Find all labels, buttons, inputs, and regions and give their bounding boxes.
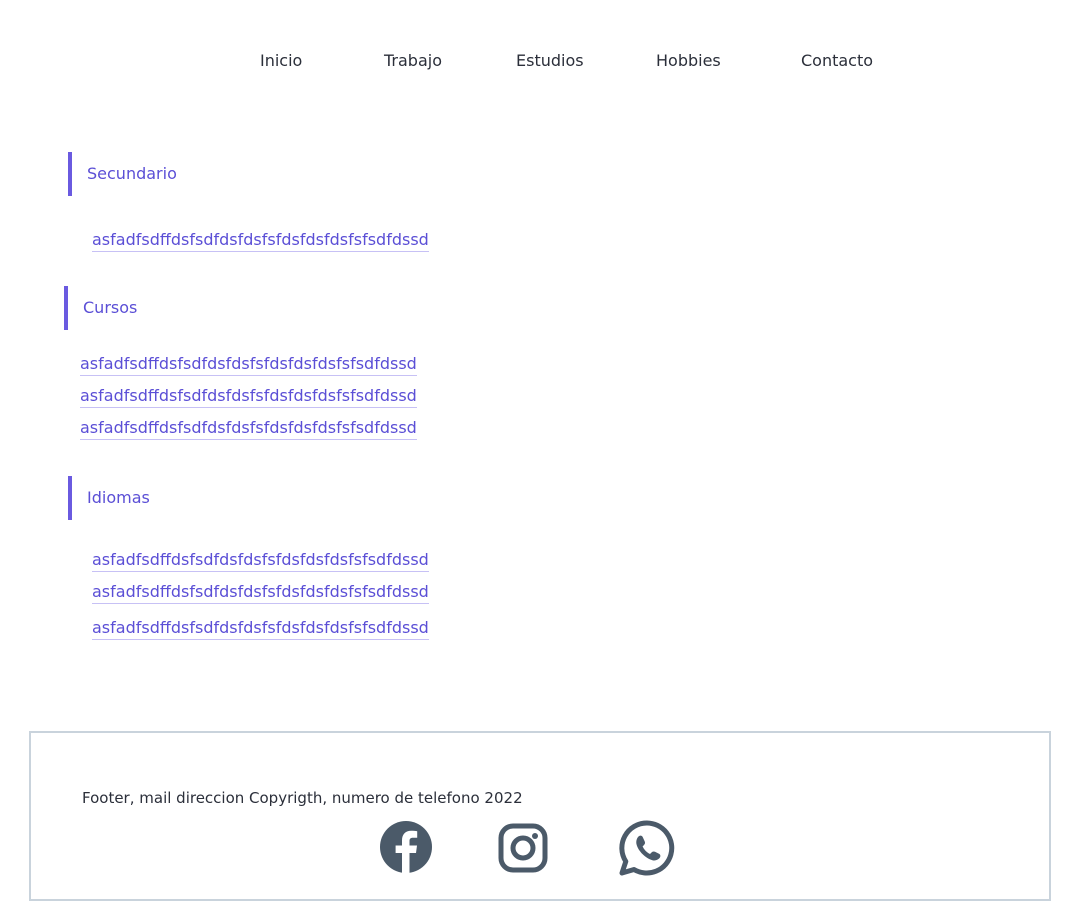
instagram-icon[interactable]	[498, 823, 548, 873]
section-heading-secundario: Secundario	[68, 152, 177, 196]
facebook-icon[interactable]	[379, 820, 433, 874]
idiomas-link[interactable]: asfadfsdffdsfsdfdsfdsfsfdsfdsfdsfsfsdfds…	[92, 550, 429, 572]
footer-text: Footer, mail direccion Copyrigth, numero…	[82, 789, 523, 807]
footer: Footer, mail direccion Copyrigth, numero…	[29, 731, 1051, 901]
cursos-link[interactable]: asfadfsdffdsfsdfdsfdsfsfdsfdsfdsfsfsdfds…	[80, 354, 417, 376]
idiomas-link[interactable]: asfadfsdffdsfsdfdsfdsfsfdsfdsfdsfsfsdfds…	[92, 618, 429, 640]
page: Inicio Trabajo Estudios Hobbies Contacto…	[0, 0, 1080, 924]
secundario-link[interactable]: asfadfsdffdsfsdfdsfdsfsfdsfdsfdsfsfsdfds…	[92, 230, 429, 252]
cursos-link[interactable]: asfadfsdffdsfsdfdsfdsfsfdsfdsfdsfsfsdfds…	[80, 418, 417, 440]
nav-link-contacto[interactable]: Contacto	[801, 51, 873, 70]
nav-link-hobbies[interactable]: Hobbies	[656, 51, 721, 70]
section-heading-cursos: Cursos	[64, 286, 137, 330]
nav-link-trabajo[interactable]: Trabajo	[384, 51, 442, 70]
cursos-link[interactable]: asfadfsdffdsfsdfdsfdsfsfdsfdsfdsfsfsdfds…	[80, 386, 417, 408]
nav-link-estudios[interactable]: Estudios	[516, 51, 584, 70]
section-heading-idiomas: Idiomas	[68, 476, 150, 520]
nav-link-inicio[interactable]: Inicio	[260, 51, 302, 70]
whatsapp-icon[interactable]	[618, 819, 676, 877]
idiomas-link[interactable]: asfadfsdffdsfsdfdsfdsfsfdsfdsfdsfsfsdfds…	[92, 582, 429, 604]
